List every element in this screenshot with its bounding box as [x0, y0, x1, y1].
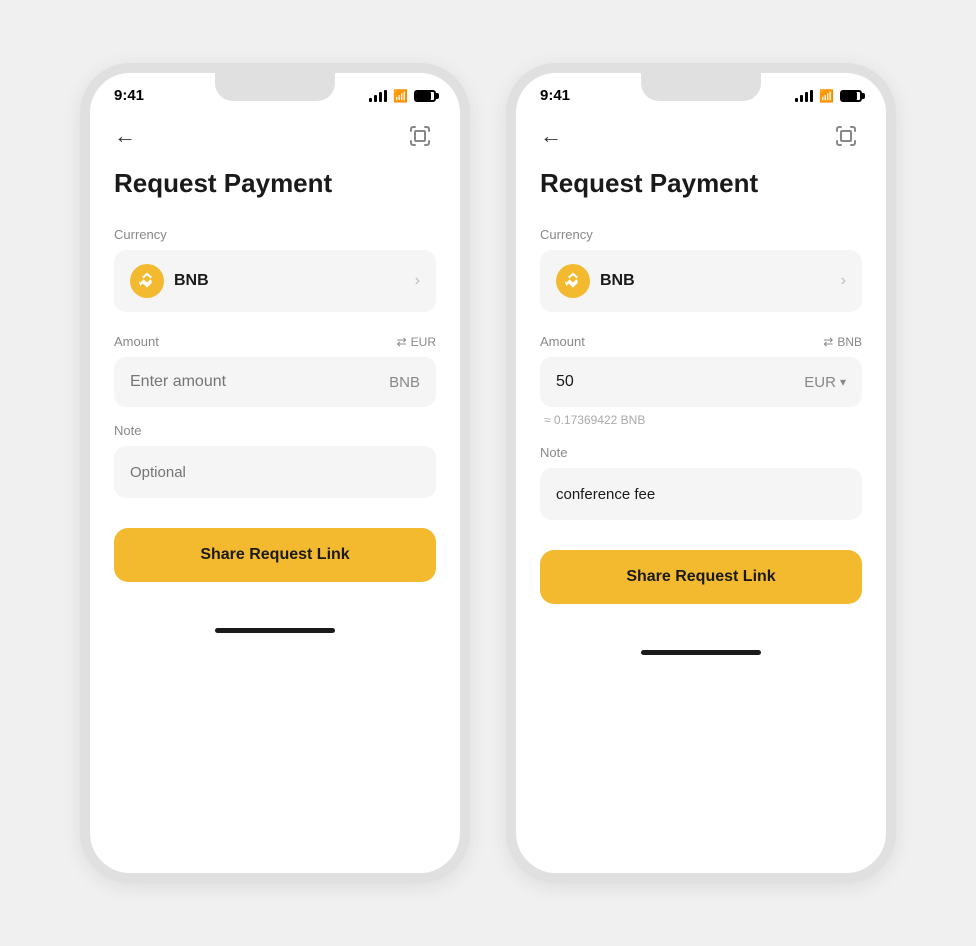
share-button-2[interactable]: Share Request Link: [540, 550, 862, 604]
app-content-2: ← Request Payment Currency: [516, 110, 886, 634]
currency-left-2: BNB: [556, 264, 635, 298]
convert-arrows-icon-1: ⇄: [397, 335, 407, 349]
amount-field-1[interactable]: BNB: [114, 357, 436, 407]
nav-row-1: ←: [114, 120, 436, 152]
chevron-right-icon-1: ›: [415, 272, 420, 290]
currency-label-2: Currency: [540, 227, 862, 242]
wifi-icon-1: 📶: [393, 89, 408, 103]
convert-arrows-icon-2: ⇄: [823, 335, 833, 349]
back-button-1[interactable]: ←: [114, 123, 136, 149]
signal-icon-1: [369, 90, 387, 102]
status-icons-2: 📶: [795, 89, 862, 103]
scene: 9:41 📶 ←: [40, 23, 936, 923]
note-input-2[interactable]: [556, 484, 846, 504]
status-icons-1: 📶: [369, 89, 436, 103]
battery-icon-1: [414, 90, 436, 102]
app-content-1: ← Request Payment Currency: [90, 110, 460, 612]
bnb-icon-2: [556, 264, 590, 298]
notch-1: [215, 73, 335, 101]
note-label-1: Note: [114, 423, 436, 438]
battery-icon-2: [840, 90, 862, 102]
status-bar-2: 9:41 📶: [516, 73, 886, 110]
note-label-2: Note: [540, 445, 862, 460]
currency-label-1: Currency: [114, 227, 436, 242]
amount-header-1: Amount ⇄ EUR: [114, 334, 436, 349]
page-title-1: Request Payment: [114, 168, 436, 199]
home-indicator-2: [641, 650, 761, 655]
scan-button-1[interactable]: [404, 120, 436, 152]
note-field-1[interactable]: [114, 446, 436, 498]
signal-icon-2: [795, 90, 813, 102]
currency-selector-1[interactable]: BNB ›: [114, 250, 436, 312]
conversion-hint-2: ≈ 0.17369422 BNB: [540, 413, 862, 427]
wifi-icon-2: 📶: [819, 89, 834, 103]
note-field-2[interactable]: [540, 468, 862, 520]
amount-convert-2: ⇄ BNB: [823, 335, 862, 349]
page-title-2: Request Payment: [540, 168, 862, 199]
home-indicator-1: [215, 628, 335, 633]
amount-unit-1: BNB: [389, 374, 420, 391]
amount-convert-1: ⇄ EUR: [397, 335, 436, 349]
chevron-right-icon-2: ›: [841, 272, 846, 290]
currency-name-2: BNB: [600, 272, 635, 290]
phone-1: 9:41 📶 ←: [80, 63, 470, 883]
note-input-1[interactable]: [130, 462, 420, 482]
currency-name-1: BNB: [174, 272, 209, 290]
amount-label-2: Amount: [540, 334, 585, 349]
amount-input-2[interactable]: [556, 373, 804, 391]
share-button-1[interactable]: Share Request Link: [114, 528, 436, 582]
currency-left-1: BNB: [130, 264, 209, 298]
status-time-1: 9:41: [114, 87, 144, 104]
currency-selector-2[interactable]: BNB ›: [540, 250, 862, 312]
notch-2: [641, 73, 761, 101]
bnb-icon-1: [130, 264, 164, 298]
nav-row-2: ←: [540, 120, 862, 152]
scan-button-2[interactable]: [830, 120, 862, 152]
back-button-2[interactable]: ←: [540, 123, 562, 149]
amount-label-1: Amount: [114, 334, 159, 349]
status-time-2: 9:41: [540, 87, 570, 104]
amount-input-1[interactable]: [130, 373, 389, 391]
amount-header-2: Amount ⇄ BNB: [540, 334, 862, 349]
status-bar-1: 9:41 📶: [90, 73, 460, 110]
amount-field-2[interactable]: EUR: [540, 357, 862, 407]
amount-unit-2[interactable]: EUR: [804, 374, 846, 391]
phone-2: 9:41 📶 ←: [506, 63, 896, 883]
